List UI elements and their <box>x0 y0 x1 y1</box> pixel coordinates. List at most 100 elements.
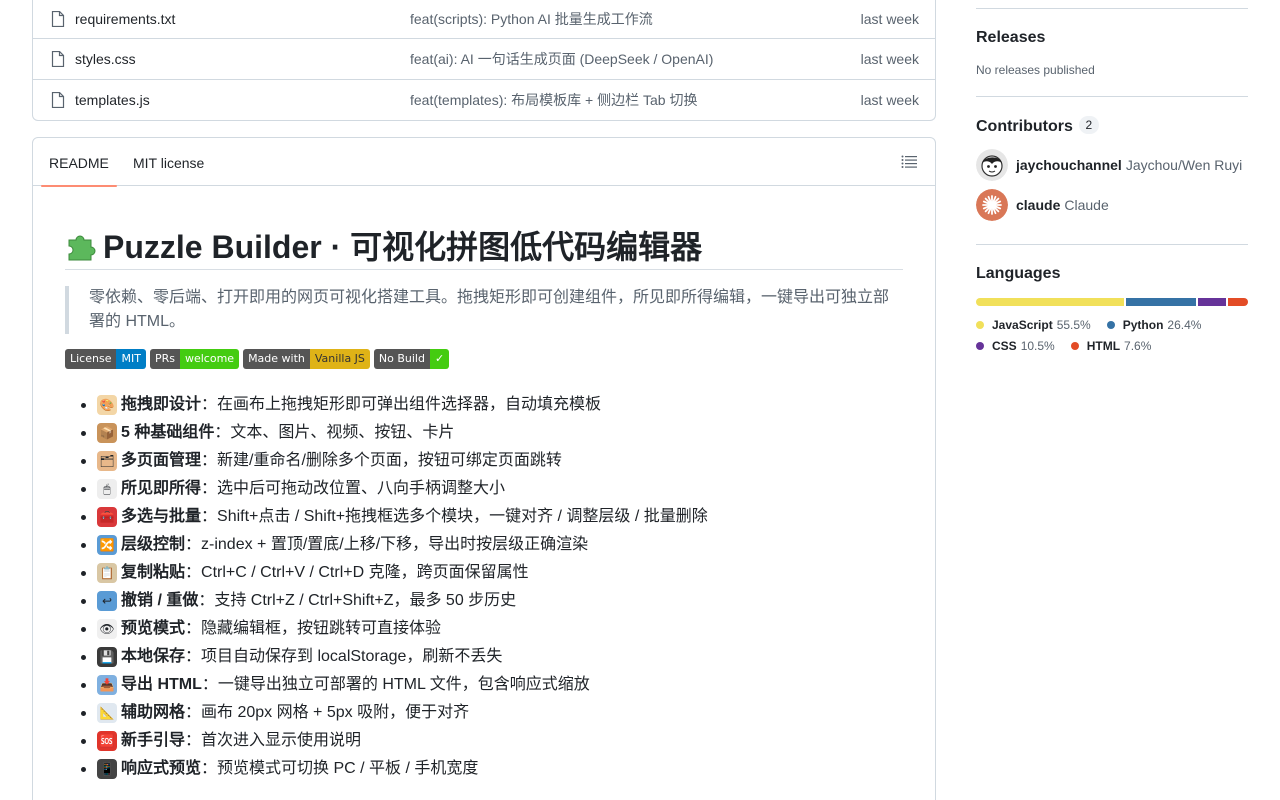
feature-text: ：隐藏编辑框，按钮跳转可直接体验 <box>185 620 442 637</box>
language-bar-segment[interactable] <box>1125 298 1196 306</box>
language-legend-row: JavaScript 55.5% Python 26.4% <box>976 318 1201 332</box>
commit-message[interactable]: feat(templates): 布局模板库 + 侧边栏 Tab 切换 <box>410 90 697 110</box>
feature-text: ：首次进入显示使用说明 <box>185 732 362 749</box>
undo-arrow-icon: ↩ <box>97 591 117 611</box>
feature-text: ：一键导出独立可部署的 HTML 文件，包含响应式缩放 <box>201 676 590 693</box>
tab-license[interactable]: MIT license <box>133 138 204 186</box>
releases-empty-text: No releases published <box>976 63 1095 77</box>
feature-item: 📥 导出 HTML ：一键导出独立可部署的 HTML 文件，包含响应式缩放 <box>81 671 901 699</box>
feature-title: 响应式预览 <box>121 760 202 777</box>
mouse-icon: 🖱 <box>97 479 117 499</box>
sidebar-divider <box>976 8 1248 9</box>
feature-item: 💾 本地保存 ：项目自动保存到 localStorage，刷新不丢失 <box>81 643 901 671</box>
language-item-python[interactable]: Python 26.4% <box>1106 318 1202 332</box>
feature-title: 预览模式 <box>121 620 186 637</box>
feature-text: ：预览模式可切换 PC / 平板 / 手机宽度 <box>201 760 479 777</box>
feature-text: ：支持 Ctrl+Z / Ctrl+Shift+Z，最多 50 步历史 <box>198 592 517 609</box>
language-bar-segment[interactable] <box>1197 298 1226 306</box>
feature-text: ：文本、图片、视频、按钮、卡片 <box>214 424 455 441</box>
badge-value: welcome <box>179 349 240 369</box>
file-row[interactable]: templates.js feat(templates): 布局模板库 + 侧边… <box>33 79 935 120</box>
contributor-item[interactable]: jaychouchannel Jaychou/Wen Ruyi <box>976 149 1242 181</box>
language-bar-segment[interactable] <box>976 298 1124 306</box>
readme-panel: README MIT license Puzzle Builder · 可视化拼… <box>32 137 936 800</box>
feature-item: 📦 5 种基础组件 ：文本、图片、视频、按钮、卡片 <box>81 419 901 447</box>
feature-title: 5 种基础组件 <box>121 424 215 441</box>
triangular-ruler-icon: 📐 <box>97 703 117 723</box>
contributors-title[interactable]: Contributors <box>976 118 1073 135</box>
commit-message[interactable]: feat(scripts): Python AI 批量生成工作流 <box>410 9 653 29</box>
file-name[interactable]: requirements.txt <box>75 11 175 27</box>
badge-value: Vanilla JS <box>309 349 370 369</box>
package-icon: 📦 <box>97 423 117 443</box>
readme-tabs: README MIT license <box>33 138 935 187</box>
language-percent: 10.5% <box>1020 339 1055 353</box>
language-percent: 26.4% <box>1167 318 1202 332</box>
clipboard-icon: 📋 <box>97 563 117 583</box>
language-item-css[interactable]: CSS 10.5% <box>976 339 1055 353</box>
feature-title: 多选与批量 <box>121 508 202 525</box>
feature-item: 🔀 层级控制 ：z-index + 置顶/置底/上移/下移，导出时按层级正确渲染 <box>81 531 901 559</box>
language-bar-segment[interactable] <box>1227 298 1248 306</box>
badge-made-with[interactable]: Made with Vanilla JS <box>243 349 370 369</box>
language-item-javascript[interactable]: JavaScript 55.5% <box>976 318 1091 332</box>
feature-item: 📐 辅助网格 ：画布 20px 网格 + 5px 吸附，便于对齐 <box>81 699 901 727</box>
puzzle-piece-icon <box>68 235 96 260</box>
feature-item: 📱 响应式预览 ：预览模式可切换 PC / 平板 / 手机宽度 <box>81 755 901 783</box>
feature-item: 📋 复制粘贴 ：Ctrl+C / Ctrl+V / Ctrl+D 克隆，跨页面保留属… <box>81 559 901 587</box>
feature-title: 辅助网格 <box>121 704 186 721</box>
feature-title: 新手引导 <box>121 732 186 749</box>
contributors-heading[interactable]: Contributors 2 <box>976 116 1099 136</box>
language-item-html[interactable]: HTML 7.6% <box>1070 339 1152 353</box>
tab-readme[interactable]: README <box>41 138 117 187</box>
language-name: Python <box>1122 318 1164 332</box>
feature-text: ：Ctrl+C / Ctrl+V / Ctrl+D 克隆，跨页面保留属性 <box>185 564 529 581</box>
contributor-name: Jaychou/Wen Ruyi <box>1125 157 1243 173</box>
feature-title: 本地保存 <box>121 648 186 665</box>
readme-description: 零依赖、零后端、打开即用的网页可视化搭建工具。拖拽矩形即可创建组件，所见即所得编… <box>65 286 903 334</box>
feature-item: ↩ 撤销 / 重做 ：支持 Ctrl+Z / Ctrl+Shift+Z，最多 50 … <box>81 587 901 615</box>
readme-title: Puzzle Builder · 可视化拼图低代码编辑器 <box>65 220 903 270</box>
feature-title: 层级控制 <box>121 536 186 553</box>
badge-label: PRs <box>149 349 180 369</box>
feature-title: 撤销 / 重做 <box>121 592 199 609</box>
avatar[interactable] <box>976 149 1008 181</box>
language-name: CSS <box>992 339 1017 353</box>
releases-heading[interactable]: Releases <box>976 29 1045 47</box>
list-icon[interactable] <box>901 155 917 169</box>
file-name[interactable]: templates.js <box>75 92 150 108</box>
commit-date: last week <box>860 10 919 27</box>
commit-message[interactable]: feat(ai): AI 一句话生成页面 (DeepSeek / OpenAI) <box>410 49 713 69</box>
contributor-item[interactable]: claude Claude <box>976 189 1109 221</box>
feature-item: 🧰 多选与批量 ：Shift+点击 / Shift+拖拽框选多个模块，一键对齐 / … <box>81 503 901 531</box>
feature-text: ：Shift+点击 / Shift+拖拽框选多个模块，一键对齐 / 调整层级 /… <box>201 508 708 525</box>
badge-value: ✓ <box>429 349 450 369</box>
contributor-login[interactable]: claude <box>1016 197 1060 213</box>
file-name[interactable]: styles.css <box>75 51 136 67</box>
feature-item: 🖱 所见即所得 ：选中后可拖动改位置、八向手柄调整大小 <box>81 475 901 503</box>
badge-prs[interactable]: PRs welcome <box>149 349 240 369</box>
readme-title-text: Puzzle Builder · 可视化拼图低代码编辑器 <box>103 228 703 265</box>
file-row[interactable]: styles.css feat(ai): AI 一句话生成页面 (DeepSee… <box>33 38 935 79</box>
floppy-disk-icon: 💾 <box>97 647 117 667</box>
language-percent: 7.6% <box>1124 339 1152 353</box>
eye-icon: 👁 <box>97 619 117 639</box>
badge-label: Made with <box>243 349 310 369</box>
feature-text: ：画布 20px 网格 + 5px 吸附，便于对齐 <box>185 704 470 721</box>
contributor-login[interactable]: jaychouchannel <box>1016 157 1122 173</box>
language-percent: 55.5% <box>1056 318 1091 332</box>
badge-no-build[interactable]: No Build ✓ <box>373 349 450 369</box>
feature-text: ：z-index + 置顶/置底/上移/下移，导出时按层级正确渲染 <box>185 536 589 553</box>
feature-item: 🎨 拖拽即设计 ：在画布上拖拽矩形即可弹出组件选择器，自动填充模板 <box>81 391 901 419</box>
language-name: HTML <box>1086 339 1121 353</box>
languages-heading: Languages <box>976 265 1061 282</box>
avatar[interactable] <box>976 189 1008 221</box>
language-name: JavaScript <box>992 318 1053 332</box>
file-row[interactable]: requirements.txt feat(scripts): Python A… <box>33 0 935 39</box>
file-icon <box>51 92 65 108</box>
badge-label: No Build <box>373 349 430 369</box>
badge-license[interactable]: License MIT <box>65 349 146 369</box>
language-dot <box>1106 321 1115 329</box>
file-icon <box>51 51 65 67</box>
file-icon <box>51 10 65 27</box>
